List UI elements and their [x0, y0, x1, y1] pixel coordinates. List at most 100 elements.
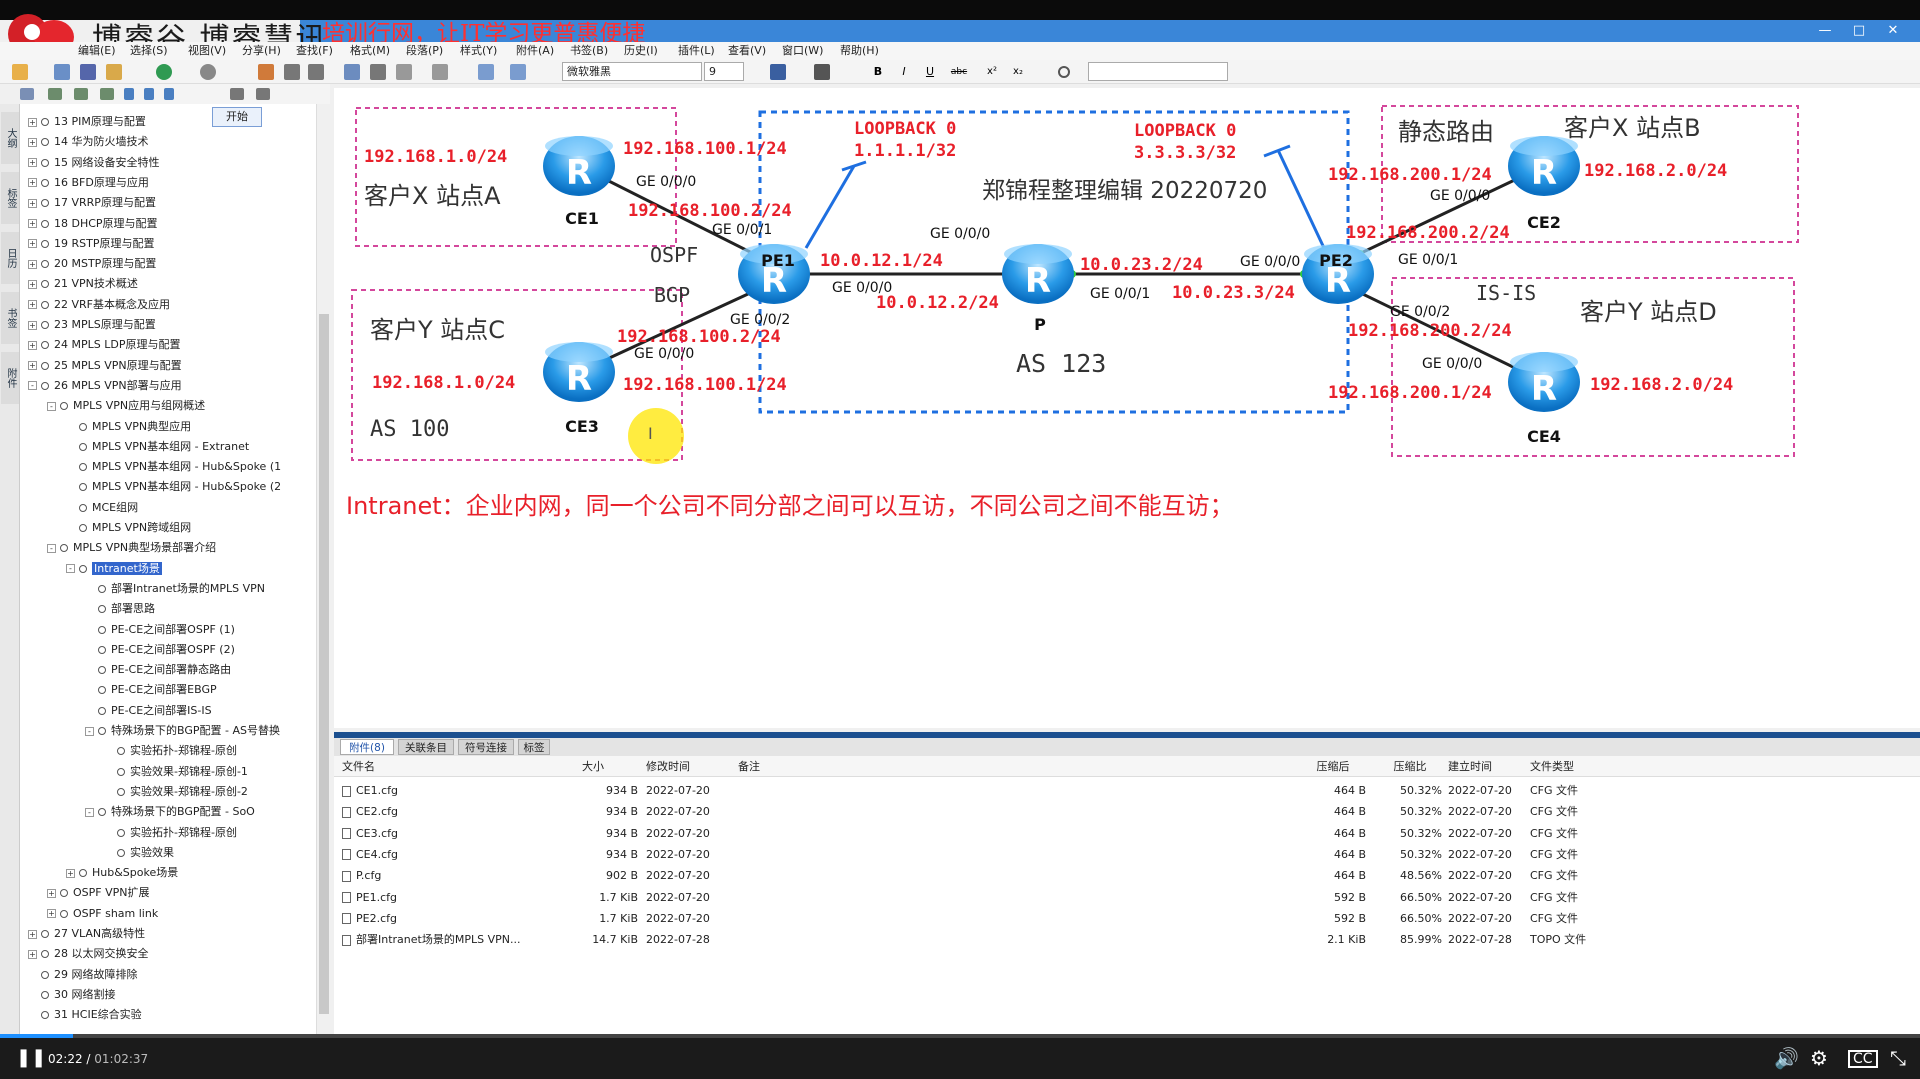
move-up-icon[interactable] — [124, 88, 134, 100]
tree-item[interactable]: MPLS VPN基本组网 - Hub&Spoke (1 — [66, 457, 281, 476]
cut-icon[interactable] — [370, 64, 386, 80]
menu-item[interactable]: 视图(V) — [188, 42, 226, 60]
move-down-icon[interactable] — [144, 88, 154, 100]
superscript-button[interactable]: x² — [984, 64, 1000, 80]
tree-item[interactable]: +16 BFD原理与应用 — [28, 173, 149, 192]
expand-icon[interactable]: + — [28, 361, 37, 371]
tree-item[interactable]: 部署Intranet场景的MPLS VPN — [85, 579, 265, 598]
menu-item[interactable]: 窗口(W) — [782, 42, 823, 60]
tree-item[interactable]: - MPLS VPN典型场景部署介绍 — [47, 538, 216, 557]
tree-item[interactable]: +15 网络设备安全特性 — [28, 153, 160, 172]
menu-item[interactable]: 历史(I) — [624, 42, 658, 60]
copy-icon[interactable] — [344, 64, 360, 80]
router-ce2-icon[interactable]: R — [1508, 136, 1580, 196]
router-ce1-icon[interactable]: R — [543, 136, 615, 196]
tree-item[interactable]: 30 网络割接 — [28, 985, 116, 1004]
router-ce4-icon[interactable]: R — [1508, 352, 1580, 412]
tree-item[interactable]: - 26 MPLS VPN部署与应用 — [28, 376, 182, 395]
forward-icon[interactable] — [200, 64, 216, 80]
side-tab[interactable]: 附件 — [1, 352, 19, 404]
menu-item[interactable]: 附件(A) — [516, 42, 554, 60]
video-progress[interactable] — [0, 1034, 1920, 1038]
menu-item[interactable]: 帮助(H) — [840, 42, 879, 60]
tree-item[interactable]: PE-CE之间部署OSPF (2) — [85, 640, 235, 659]
tree-item[interactable]: 实验拓扑-郑锦程-原创 — [104, 741, 237, 760]
back-icon[interactable] — [156, 64, 172, 80]
router-ce3-icon[interactable]: R — [543, 342, 615, 402]
side-tab[interactable]: 标签 — [1, 172, 19, 224]
tree-item[interactable]: +24 MPLS LDP原理与配置 — [28, 335, 180, 354]
table-row[interactable]: CE1.cfg 934 B 2022-07-20 464 B 50.32% 2022-07… — [334, 780, 1920, 801]
tab-symlinks[interactable]: 符号连接 — [458, 739, 514, 755]
tree-item[interactable]: MPLS VPN典型应用 — [66, 417, 191, 436]
maximize-button[interactable]: □ — [1842, 20, 1876, 42]
move-left-icon[interactable] — [164, 88, 174, 100]
column-header[interactable]: 备注 — [738, 756, 938, 777]
column-header[interactable]: 压缩比 — [1378, 756, 1442, 777]
pause-icon[interactable]: ❚❚ — [16, 1048, 46, 1068]
font-name-select[interactable]: 微软雅黑 — [562, 62, 702, 81]
expand-icon[interactable]: + — [28, 320, 37, 330]
tree-item[interactable]: 实验效果-郑锦程-原创-1 — [104, 762, 248, 781]
router-p-icon[interactable]: R — [1002, 244, 1074, 304]
expand-icon[interactable]: + — [28, 117, 37, 127]
expand-icon[interactable]: + — [28, 259, 37, 269]
side-tab[interactable]: 日历 — [1, 232, 19, 284]
underline-button[interactable]: U — [922, 64, 938, 80]
volume-icon[interactable]: 🔊 — [1774, 1048, 1799, 1068]
tab-tags[interactable]: 标签 — [518, 739, 550, 755]
column-header[interactable]: 建立时间 — [1448, 756, 1538, 777]
column-header[interactable]: 文件名 — [342, 756, 542, 777]
tree-expand-icon[interactable] — [20, 88, 34, 100]
tree-item[interactable]: PE-CE之间部署静态路由 — [85, 660, 231, 679]
table-row[interactable]: PE2.cfg 1.7 KiB 2022-07-20 592 B 66.50% 2022-… — [334, 908, 1920, 929]
column-header[interactable]: 压缩后 — [1300, 756, 1366, 777]
column-header[interactable]: 文件类型 — [1530, 756, 1650, 777]
menu-item[interactable]: 格式(M) — [350, 42, 390, 60]
save-all-icon[interactable] — [80, 64, 96, 80]
collapse-icon[interactable]: - — [85, 726, 94, 736]
outline-tree[interactable]: +13 PIM原理与配置 +14 华为防火墙技术 +15 网络设备安全特性 +16 B… — [20, 104, 316, 1034]
eraser-icon[interactable] — [432, 64, 448, 80]
collapse-icon[interactable]: - — [28, 381, 37, 391]
expand-icon[interactable]: + — [28, 300, 37, 310]
menu-item[interactable]: 选择(S) — [130, 42, 168, 60]
menu-item[interactable]: 书签(B) — [570, 42, 608, 60]
table-row[interactable]: P.cfg 902 B 2022-07-20 464 B 48.56% 2022-07-2… — [334, 865, 1920, 886]
tree-item[interactable]: +14 华为防火墙技术 — [28, 132, 149, 151]
tree-scrollbar[interactable] — [316, 104, 330, 1034]
pen-icon[interactable] — [258, 64, 274, 80]
redo-icon[interactable] — [308, 64, 324, 80]
tree-item[interactable]: PE-CE之间部署IS-IS — [85, 701, 212, 720]
tree-item[interactable]: + OSPF sham link — [47, 904, 158, 923]
collapse-icon[interactable]: - — [47, 401, 56, 411]
tab-related[interactable]: 关联条目 — [398, 739, 454, 755]
tree-item[interactable]: 部署思路 — [85, 599, 155, 618]
minimize-button[interactable]: — — [1808, 20, 1842, 42]
save-icon[interactable] — [54, 64, 70, 80]
tree-item[interactable]: MPLS VPN基本组网 - Hub&Spoke (2 — [66, 477, 281, 496]
side-tab[interactable]: 书签 — [1, 292, 19, 344]
tree-item[interactable]: + Hub&Spoke场景 — [66, 863, 178, 882]
menu-item[interactable]: 分享(H) — [242, 42, 281, 60]
tree-item[interactable]: +28 以太网交换安全 — [28, 944, 149, 963]
tree-item[interactable]: +21 VPN技术概述 — [28, 274, 138, 293]
column-header[interactable]: 修改时间 — [646, 756, 746, 777]
paste-icon[interactable] — [396, 64, 412, 80]
layout-icon[interactable] — [478, 64, 494, 80]
undo-icon[interactable] — [284, 64, 300, 80]
open-icon[interactable] — [12, 64, 28, 80]
tree-item[interactable]: + OSPF VPN扩展 — [47, 883, 149, 902]
side-tab[interactable]: 大纲 — [1, 112, 19, 164]
tree-item[interactable]: PE-CE之间部署OSPF (1) — [85, 620, 235, 639]
close-button[interactable]: ✕ — [1876, 20, 1910, 42]
expand-icon[interactable]: + — [28, 340, 37, 350]
expand-icon[interactable]: + — [28, 198, 37, 208]
table-row[interactable]: CE2.cfg 934 B 2022-07-20 464 B 50.32% 2022-07… — [334, 801, 1920, 822]
tree-item[interactable]: MPLS VPN跨域组网 — [66, 518, 191, 537]
tree-item[interactable]: +23 MPLS原理与配置 — [28, 315, 156, 334]
tree-item[interactable]: +18 DHCP原理与配置 — [28, 214, 158, 233]
expand-icon[interactable]: + — [28, 137, 37, 147]
expand-icon[interactable]: + — [66, 868, 75, 878]
tree-item[interactable]: 实验效果-郑锦程-原创-2 — [104, 782, 248, 801]
